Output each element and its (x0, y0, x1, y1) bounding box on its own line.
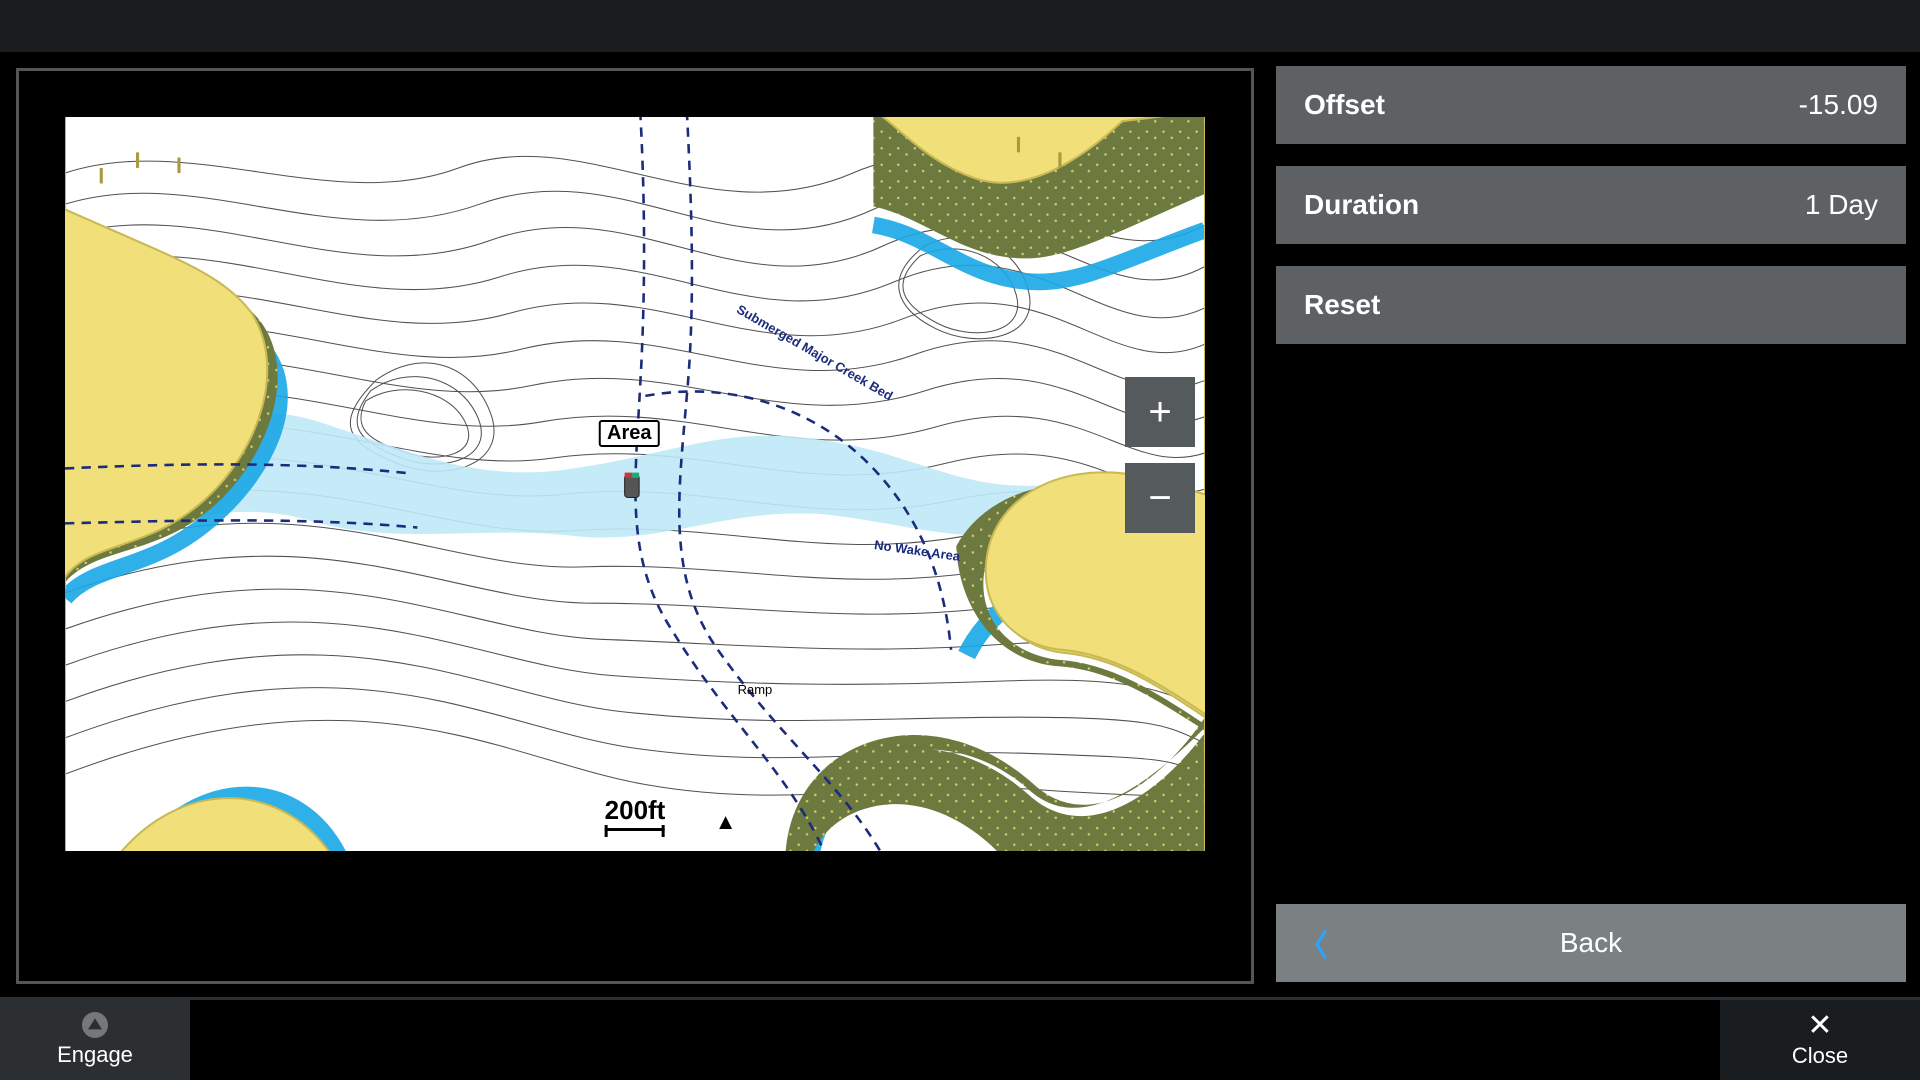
bottom-bar: Engage ✕ Close (0, 997, 1920, 1080)
top-bar (0, 0, 1920, 52)
engage-button[interactable]: Engage (0, 1000, 190, 1080)
scale-text: 200ft (605, 795, 666, 826)
duration-value: 1 Day (1805, 189, 1878, 221)
north-arrow-icon: ▲ (715, 809, 737, 835)
offset-value: -15.09 (1799, 89, 1878, 121)
close-icon: ✕ (1807, 1011, 1832, 1041)
zoom-controls: + − (1125, 377, 1195, 533)
reset-row[interactable]: Reset (1276, 266, 1906, 344)
close-label: Close (1792, 1043, 1848, 1069)
duration-row[interactable]: Duration 1 Day (1276, 166, 1906, 244)
zoom-in-button[interactable]: + (1125, 377, 1195, 447)
offset-label: Offset (1304, 89, 1385, 121)
close-button[interactable]: ✕ Close (1720, 1000, 1920, 1080)
engage-label: Engage (57, 1042, 133, 1068)
reset-label: Reset (1304, 289, 1380, 321)
engage-icon (82, 1012, 108, 1038)
back-button[interactable]: 〈 Back (1276, 904, 1906, 982)
chart-map[interactable]: Submerged Major Creek Bed No Wake Area R… (65, 117, 1205, 851)
settings-panel: Offset -15.09 Duration 1 Day Reset 〈 Bac… (1276, 52, 1920, 1000)
map-frame: Submerged Major Creek Bed No Wake Area R… (16, 68, 1254, 984)
zoom-out-button[interactable]: − (1125, 463, 1195, 533)
back-label: Back (1560, 927, 1622, 959)
main-area: Submerged Major Creek Bed No Wake Area R… (0, 52, 1920, 1000)
area-marker-label[interactable]: Area (599, 420, 659, 447)
duration-label: Duration (1304, 189, 1419, 221)
scale-bar: 200ft (605, 795, 666, 831)
chevron-left-icon: 〈 (1298, 921, 1328, 965)
offset-row[interactable]: Offset -15.09 (1276, 66, 1906, 144)
